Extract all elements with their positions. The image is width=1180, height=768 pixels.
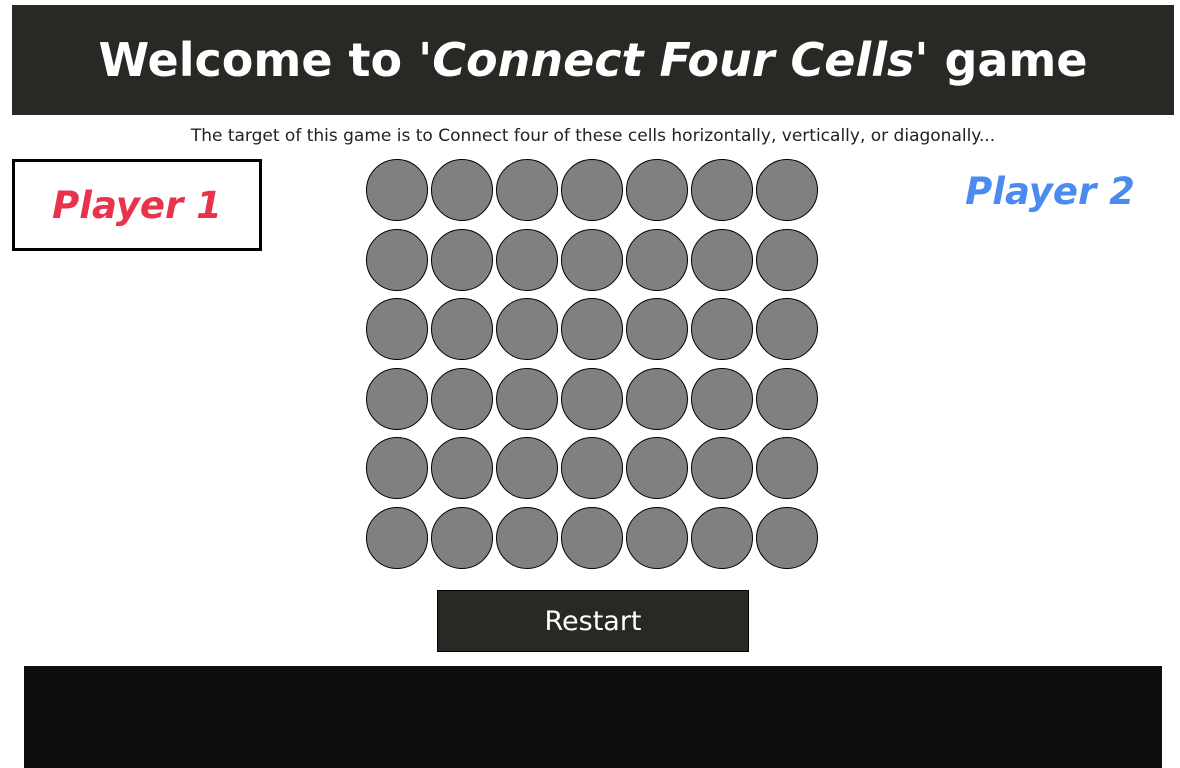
board-cell[interactable] <box>756 507 818 569</box>
board-cell[interactable] <box>496 159 558 221</box>
board-cell[interactable] <box>626 298 688 361</box>
title-game-name: Connect Four Cells <box>432 33 915 87</box>
board-cell[interactable] <box>366 228 428 291</box>
board-cell[interactable] <box>626 367 688 430</box>
board-cell[interactable] <box>431 228 493 291</box>
board-cell[interactable] <box>691 367 753 430</box>
board-cell[interactable] <box>756 228 818 291</box>
board-cell[interactable] <box>366 437 428 500</box>
board-cell[interactable] <box>691 298 753 361</box>
board-cell[interactable] <box>431 507 493 569</box>
board-cell[interactable] <box>626 507 688 569</box>
board-cell[interactable] <box>756 159 818 221</box>
board-cell[interactable] <box>626 159 688 221</box>
board-cell[interactable] <box>366 507 428 569</box>
board-cell[interactable] <box>691 228 753 291</box>
board-cell[interactable] <box>691 159 753 221</box>
board-cell[interactable] <box>431 367 493 430</box>
board-cell[interactable] <box>561 159 623 221</box>
board-cell[interactable] <box>561 507 623 569</box>
board-cell[interactable] <box>496 437 558 500</box>
board-cell[interactable] <box>431 437 493 500</box>
board-cell[interactable] <box>366 159 428 221</box>
board-cell[interactable] <box>626 437 688 500</box>
board-cell[interactable] <box>431 159 493 221</box>
board-cell[interactable] <box>496 298 558 361</box>
page-title: Welcome to 'Connect Four Cells' game <box>98 33 1087 87</box>
player2-label: Player 2 <box>965 169 1135 213</box>
title-prefix: Welcome to ' <box>98 33 433 87</box>
board-cell[interactable] <box>561 228 623 291</box>
board-cell[interactable] <box>691 437 753 500</box>
game-instructions: The target of this game is to Connect fo… <box>190 126 996 146</box>
player2-panel: Player 2 <box>950 166 1150 216</box>
player1-label: Player 1 <box>52 183 222 227</box>
board-cell[interactable] <box>561 298 623 361</box>
page-header: Welcome to 'Connect Four Cells' game <box>12 5 1174 115</box>
board-cell[interactable] <box>626 228 688 291</box>
board-cell[interactable] <box>496 507 558 569</box>
title-suffix: ' game <box>914 33 1088 87</box>
board-cell[interactable] <box>496 228 558 291</box>
restart-button[interactable]: Restart <box>437 590 749 652</box>
board-cell[interactable] <box>756 298 818 361</box>
board-cell[interactable] <box>561 367 623 430</box>
board-cell[interactable] <box>496 367 558 430</box>
board-cell[interactable] <box>691 507 753 569</box>
board-cell[interactable] <box>366 367 428 430</box>
player1-panel: Player 1 <box>12 159 262 251</box>
board-cell[interactable] <box>366 298 428 361</box>
board-cell[interactable] <box>431 298 493 361</box>
board-cell[interactable] <box>756 437 818 500</box>
board-cell[interactable] <box>561 437 623 500</box>
board-cell[interactable] <box>756 367 818 430</box>
page-footer <box>24 666 1162 768</box>
